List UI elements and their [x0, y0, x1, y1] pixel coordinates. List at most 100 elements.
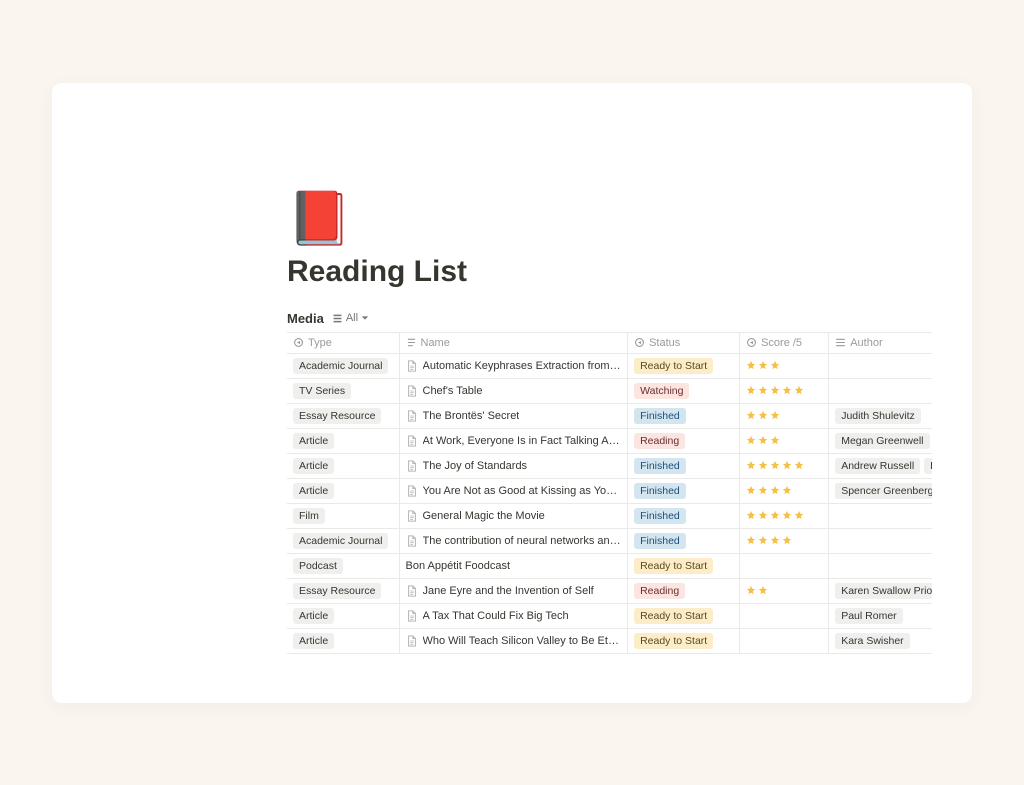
table-row[interactable]: FilmGeneral Magic the MovieFinishedIndie — [287, 504, 932, 529]
status-tag: Finished — [634, 483, 686, 499]
cell-author[interactable]: Judith Shulevitz — [829, 404, 932, 429]
status-tag: Finished — [634, 508, 686, 524]
cell-name[interactable]: The contribution of neural networks and … — [399, 529, 628, 554]
cell-status[interactable]: Reading — [628, 429, 740, 454]
cell-author[interactable] — [829, 354, 932, 379]
database-title[interactable]: Media — [287, 311, 324, 326]
cell-status[interactable]: Ready to Start — [628, 604, 740, 629]
cell-status[interactable]: Finished — [628, 404, 740, 429]
column-header-type[interactable]: Type — [287, 333, 399, 354]
cell-name[interactable]: The Brontës' Secret — [399, 404, 628, 429]
table-row[interactable]: Essay Resource Jane Eyre and the Inventio… — [287, 579, 932, 604]
cell-score[interactable] — [740, 604, 829, 629]
cell-score[interactable] — [740, 454, 829, 479]
row-title: You Are Not as Good at Kissing as You Th… — [423, 485, 622, 497]
table-row[interactable]: Academic JournalThe contribution of neur… — [287, 529, 932, 554]
cell-type[interactable]: Academic Journal — [287, 354, 399, 379]
cell-status[interactable]: Finished — [628, 454, 740, 479]
cell-author[interactable]: Andrew RussellLee Vinsel — [829, 454, 932, 479]
row-title: Jane Eyre and the Invention of Self — [423, 585, 594, 597]
author-tag: Megan Greenwell — [835, 433, 929, 449]
table-row[interactable]: PodcastBon Appétit FoodcastReady to Star… — [287, 554, 932, 579]
cell-score[interactable] — [740, 529, 829, 554]
table-row[interactable]: Article Who Will Teach Silicon Valley to … — [287, 629, 932, 654]
row-title: At Work, Everyone Is in Fact Talking Abo… — [423, 435, 622, 447]
cell-status[interactable]: Ready to Start — [628, 354, 740, 379]
cell-author[interactable] — [829, 379, 932, 404]
table-row[interactable]: Academic JournalAutomatic Keyphrases Ext… — [287, 354, 932, 379]
cell-type[interactable]: Essay Resource — [287, 579, 399, 604]
author-tag: Karen Swallow Prior — [835, 583, 932, 599]
table-row[interactable]: Article The Joy of Standards Finished Andre… — [287, 454, 932, 479]
row-title: Who Will Teach Silicon Valley to Be Ethi… — [423, 635, 622, 647]
select-icon — [746, 337, 757, 348]
cell-author[interactable]: Karen Swallow Prior — [829, 579, 932, 604]
cell-score[interactable] — [740, 404, 829, 429]
cell-name[interactable]: Jane Eyre and the Invention of Self — [399, 579, 628, 604]
score-stars — [746, 510, 804, 520]
table-row[interactable]: TV SeriesChef's TableWatchingNetflix — [287, 379, 932, 404]
cell-name[interactable]: Chef's Table — [399, 379, 628, 404]
cell-score[interactable] — [740, 629, 829, 654]
type-tag: Essay Resource — [293, 583, 381, 599]
cell-author[interactable]: Spencer Greenberg — [829, 479, 932, 504]
cell-status[interactable]: Ready to Start — [628, 554, 740, 579]
row-title: The Joy of Standards — [423, 460, 528, 472]
cell-name[interactable]: General Magic the Movie — [399, 504, 628, 529]
cell-score[interactable] — [740, 429, 829, 454]
cell-author[interactable] — [829, 504, 932, 529]
cell-name[interactable]: The Joy of Standards — [399, 454, 628, 479]
cell-score[interactable] — [740, 379, 829, 404]
cell-score[interactable] — [740, 479, 829, 504]
cell-type[interactable]: Film — [287, 504, 399, 529]
cell-type[interactable]: TV Series — [287, 379, 399, 404]
table-row[interactable]: Article A Tax That Could Fix Big Tech Read… — [287, 604, 932, 629]
cell-author[interactable] — [829, 554, 932, 579]
cell-name[interactable]: At Work, Everyone Is in Fact Talking Abo… — [399, 429, 628, 454]
cell-status[interactable]: Ready to Start — [628, 629, 740, 654]
page-icon — [406, 460, 418, 472]
cell-author[interactable]: Megan Greenwell — [829, 429, 932, 454]
cell-type[interactable]: Article — [287, 479, 399, 504]
cell-author[interactable]: Kara Swisher — [829, 629, 932, 654]
cell-name[interactable]: Who Will Teach Silicon Valley to Be Ethi… — [399, 629, 628, 654]
cell-type[interactable]: Essay Resource — [287, 404, 399, 429]
table-row[interactable]: Article You Are Not as Good at Kissing as… — [287, 479, 932, 504]
cell-name[interactable]: Automatic Keyphrases Extraction from Doc… — [399, 354, 628, 379]
table-row[interactable]: Article At Work, Everyone Is in Fact Talk… — [287, 429, 932, 454]
cell-status[interactable]: Finished — [628, 529, 740, 554]
cell-type[interactable]: Academic Journal — [287, 529, 399, 554]
column-header-name[interactable]: Name — [399, 333, 628, 354]
cell-author[interactable]: Paul Romer — [829, 604, 932, 629]
cell-status[interactable]: Reading — [628, 579, 740, 604]
column-header-score[interactable]: Score /5 — [740, 333, 829, 354]
cell-status[interactable]: Finished — [628, 479, 740, 504]
table-row[interactable]: Essay ResourceThe Brontës' SecretFinishe… — [287, 404, 932, 429]
cell-type[interactable]: Article — [287, 454, 399, 479]
cell-type[interactable]: Article — [287, 629, 399, 654]
cell-score[interactable] — [740, 504, 829, 529]
cell-name[interactable]: Bon Appétit Foodcast — [399, 554, 628, 579]
cell-name[interactable]: You Are Not as Good at Kissing as You Th… — [399, 479, 628, 504]
view-switcher[interactable]: All — [332, 312, 369, 324]
author-tag: Paul Romer — [835, 608, 902, 624]
cell-score[interactable] — [740, 554, 829, 579]
type-tag: TV Series — [293, 383, 351, 399]
view-name: All — [346, 312, 358, 324]
cell-type[interactable]: Podcast — [287, 554, 399, 579]
cell-author[interactable] — [829, 529, 932, 554]
page-icon[interactable]: 📕 — [287, 193, 932, 245]
page-title[interactable]: Reading List — [287, 255, 932, 289]
row-title: A Tax That Could Fix Big Tech — [423, 610, 569, 622]
type-tag: Article — [293, 483, 334, 499]
cell-type[interactable]: Article — [287, 604, 399, 629]
column-header-status[interactable]: Status — [628, 333, 740, 354]
column-header-author[interactable]: Author — [829, 333, 932, 354]
cell-score[interactable] — [740, 354, 829, 379]
cell-type[interactable]: Article — [287, 429, 399, 454]
cell-name[interactable]: A Tax That Could Fix Big Tech — [399, 604, 628, 629]
column-header-label: Score /5 — [761, 337, 802, 349]
cell-score[interactable] — [740, 579, 829, 604]
cell-status[interactable]: Finished — [628, 504, 740, 529]
cell-status[interactable]: Watching — [628, 379, 740, 404]
